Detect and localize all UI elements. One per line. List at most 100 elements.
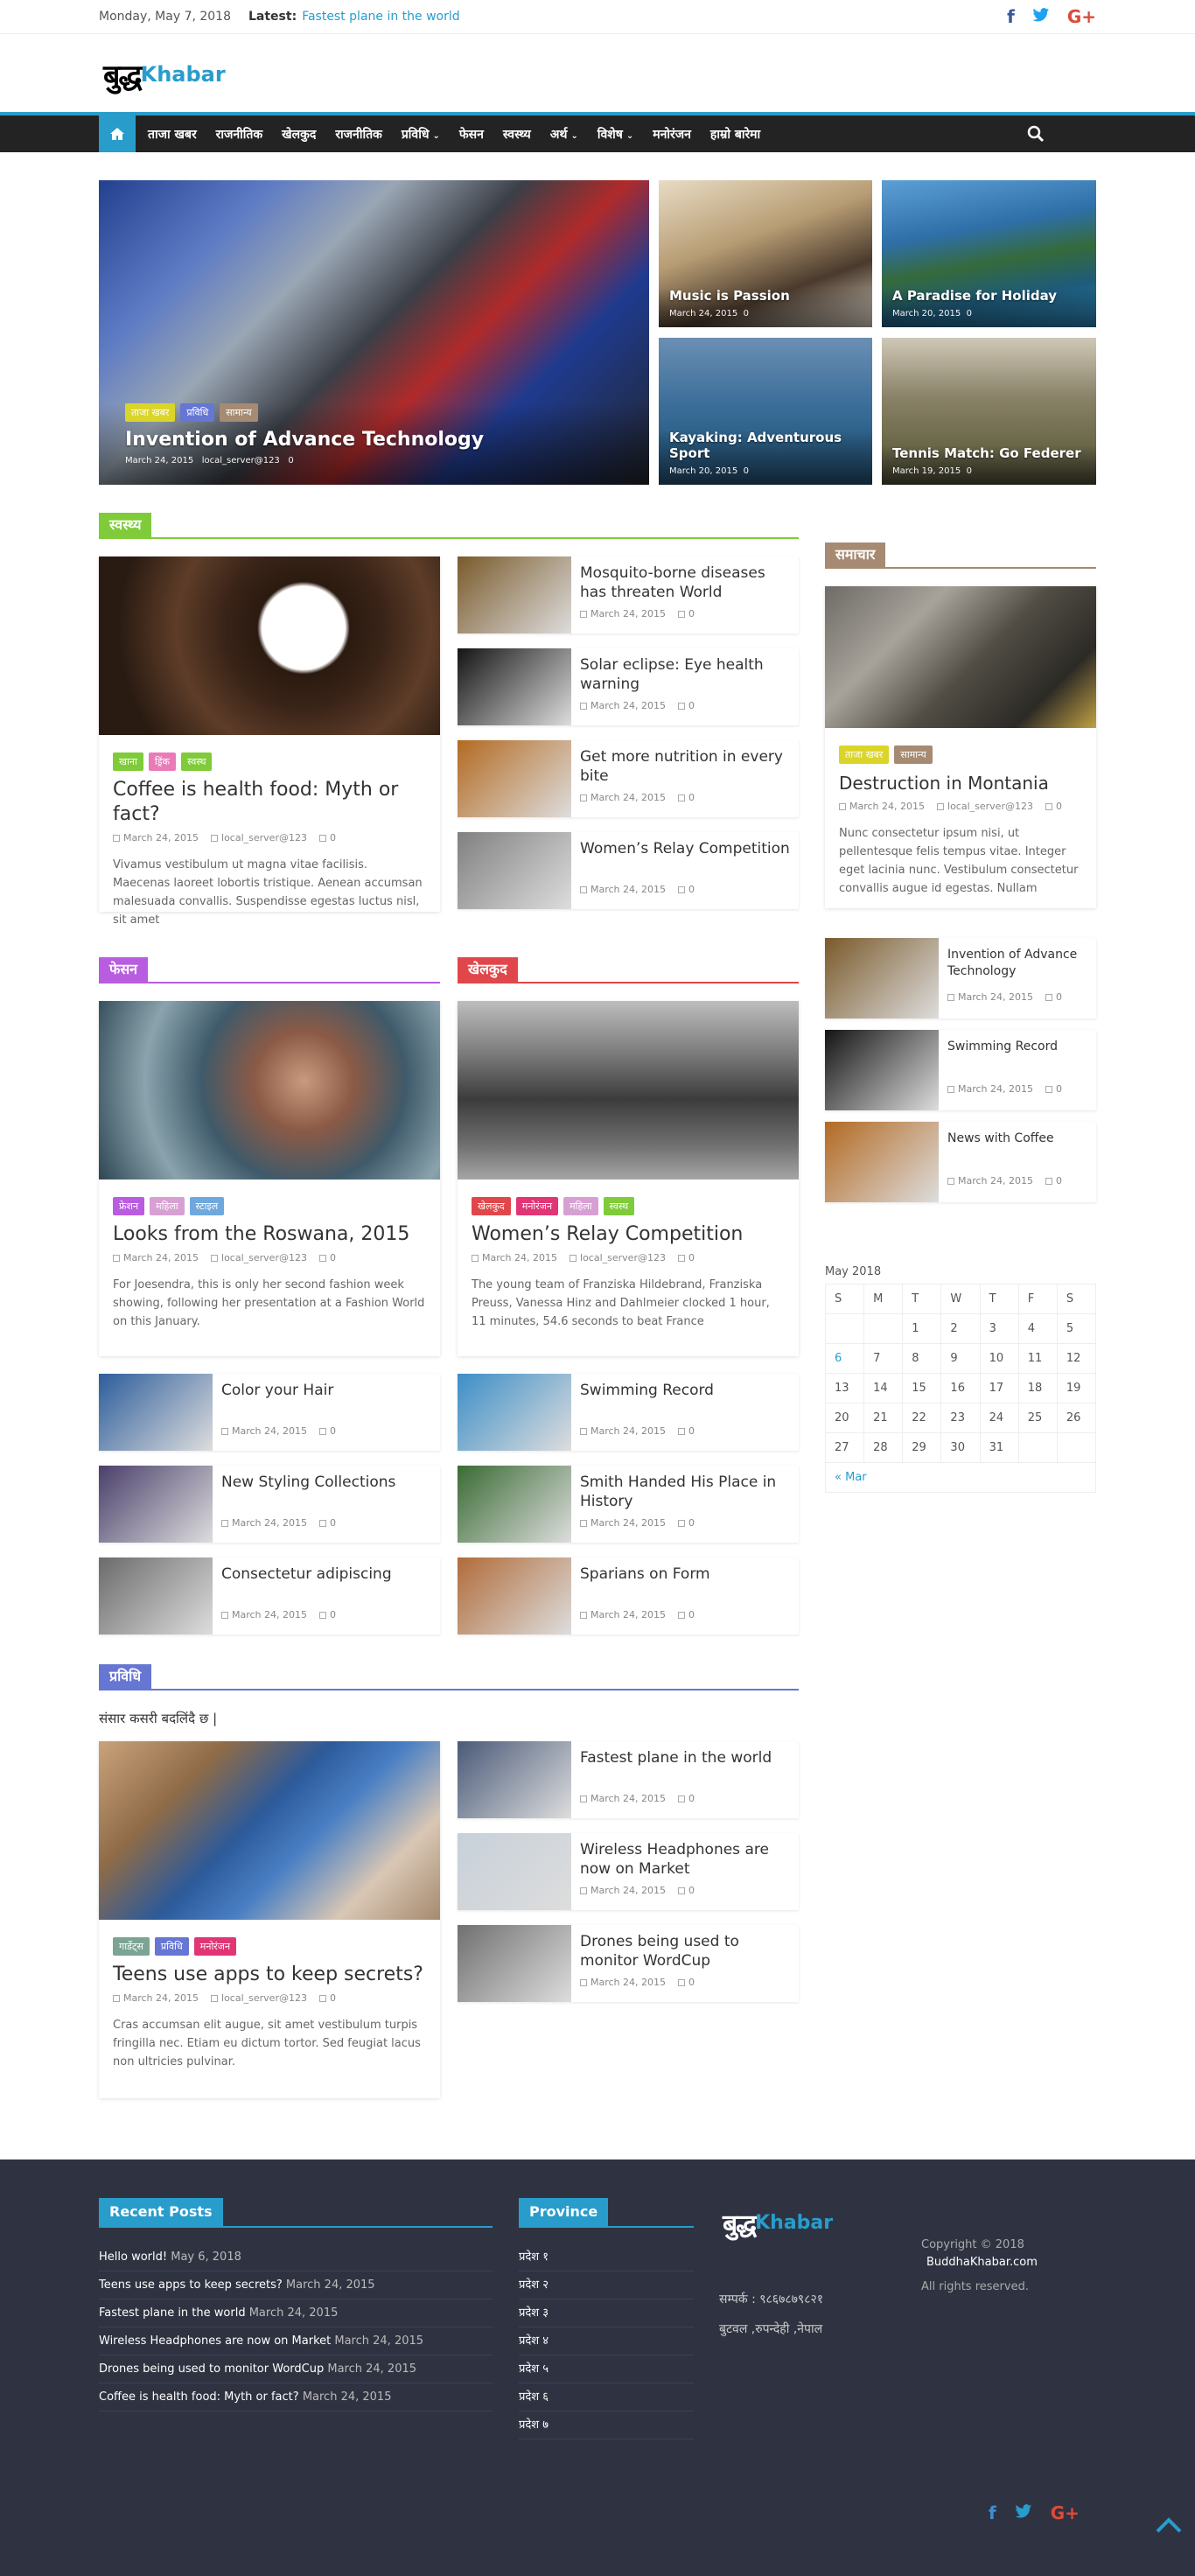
calendar-day[interactable]: 26 [1056,1403,1097,1433]
calendar-day[interactable]: 7 [863,1343,904,1374]
category-badge[interactable]: मनोरंजन [515,1197,559,1215]
facebook-icon[interactable]: f [1007,6,1015,27]
list-title[interactable]: New Styling Collections [221,1473,431,1492]
calendar-day[interactable]: 2 [940,1313,981,1344]
calendar-day[interactable]: 8 [902,1343,942,1374]
calendar-day[interactable]: 15 [902,1373,942,1404]
category-badge[interactable]: स्वस्थ [603,1197,635,1215]
hero-tile-2[interactable]: A Paradise for Holiday March 20, 2015 0 [882,180,1096,327]
category-badge[interactable]: महिला [563,1197,598,1215]
list-item[interactable]: Wireless Headphones are now on Market Ma… [458,1833,799,1910]
nav-item[interactable]: खेलकुद [282,126,316,143]
list-title[interactable]: Fastest plane in the world [580,1748,790,1768]
list-item[interactable]: Women’s Relay Competition March 24, 2015… [458,832,799,909]
list-item[interactable]: News with Coffee March 24, 2015 0 [825,1122,1096,1202]
feature-card-sports[interactable]: खेलकुद मनोरंजन महिला स्वस्थ Women’s Relay C… [458,1001,799,1356]
list-title[interactable]: Solar eclipse: Eye health warning [580,655,790,694]
province-item[interactable]: प्रदेश २ [519,2272,694,2300]
list-title[interactable]: Women’s Relay Competition [580,839,790,858]
hero-main[interactable]: ताजा खबर प्रविधि सामान्य Invention of Adva… [99,180,649,485]
calendar-day[interactable]: 6 [824,1343,865,1374]
province-item[interactable]: प्रदेश ४ [519,2328,694,2356]
footer-site-link[interactable]: BuddhaKhabar.com [921,2254,1038,2272]
category-badge[interactable]: प्रविधि [154,1937,189,1956]
calendar-day[interactable]: 19 [1056,1373,1097,1404]
calendar-day[interactable]: 10 [979,1343,1019,1374]
category-badge[interactable]: ड्रिंक [148,752,176,771]
category-badge[interactable]: सामान्य [894,746,933,764]
list-item[interactable]: Color your Hair March 24, 2015 0 [99,1374,440,1451]
category-badge[interactable]: स्वस्थ [181,752,213,771]
sidebar-feature-card[interactable]: ताजा खबर सामान्य Destruction in Montania … [825,586,1096,908]
sidebar-feature-title[interactable]: Destruction in Montania [839,771,1084,795]
province-item[interactable]: प्रदेश ६ [519,2384,694,2412]
list-item[interactable]: Invention of Advance Technology March 24… [825,938,1096,1018]
list-title[interactable]: Sparians on Form [580,1564,790,1584]
calendar-day[interactable]: 9 [940,1343,981,1374]
category-badge[interactable]: खाना [113,752,143,771]
site-logo[interactable]: बुद्ध Khabar [103,54,226,94]
province-item[interactable]: प्रदेश ७ [519,2412,694,2440]
nav-item[interactable]: हाम्रो बारेमा [710,126,760,143]
list-title[interactable]: News with Coffee [947,1130,1089,1147]
calendar-day[interactable]: 25 [1017,1403,1058,1433]
calendar-day[interactable]: 20 [824,1403,865,1433]
category-badge[interactable]: ताजा खबर [839,746,890,764]
list-title[interactable]: Wireless Headphones are now on Market [580,1840,790,1879]
category-badge[interactable]: गार्डेट्स [113,1937,150,1956]
feature-title[interactable]: Coffee is health food: Myth or fact? [113,778,428,827]
feature-title[interactable]: Women’s Relay Competition [472,1222,786,1247]
nav-item[interactable]: अर्थ ⌄ [550,126,578,143]
recent-post-item[interactable]: Wireless Headphones are now on Market Ma… [99,2328,493,2356]
hero-tile-1[interactable]: Music is Passion March 24, 2015 0 [659,180,872,327]
google-plus-icon[interactable]: G+ [1067,6,1096,27]
feature-card-fashion[interactable]: फ्रेशन महिला स्टाइल Looks from the Roswana… [99,1001,440,1356]
list-item[interactable]: Smith Handed His Place in History March … [458,1466,799,1543]
province-item[interactable]: प्रदेश ३ [519,2300,694,2328]
category-badge[interactable]: महिला [150,1197,185,1215]
calendar-day[interactable]: 16 [940,1373,981,1404]
list-item[interactable]: New Styling Collections March 24, 2015 0 [99,1466,440,1543]
search-icon[interactable] [1027,125,1045,143]
category-badge[interactable]: फ्रेशन [113,1197,145,1215]
nav-item[interactable]: विशेष ⌄ [598,126,633,143]
nav-item[interactable]: राजनीतिक [335,126,382,143]
category-badge[interactable]: सामान्य [220,403,258,422]
category-badge[interactable]: खेलकुद [472,1197,511,1215]
calendar-day[interactable]: 13 [824,1373,865,1404]
list-title[interactable]: Get more nutrition in every bite [580,747,790,786]
nav-item[interactable]: ताजा खबर [148,126,197,143]
feature-title[interactable]: Looks from the Roswana, 2015 [113,1222,428,1247]
list-item[interactable]: Sparians on Form March 24, 2015 0 [458,1558,799,1634]
list-item[interactable]: Mosquito-borne diseases has threaten Wor… [458,556,799,634]
calendar-day[interactable]: 29 [902,1432,942,1463]
list-title[interactable]: Swimming Record [580,1381,790,1400]
list-title[interactable]: Drones being used to monitor WordCup [580,1932,790,1970]
calendar-day[interactable]: 12 [1056,1343,1097,1374]
recent-post-item[interactable]: Teens use apps to keep secrets? March 24… [99,2272,493,2300]
calendar-day[interactable]: 27 [824,1432,865,1463]
calendar-day[interactable]: 28 [863,1432,904,1463]
twitter-icon[interactable] [1014,2502,1033,2524]
list-item[interactable]: Drones being used to monitor WordCup Mar… [458,1925,799,2002]
twitter-icon[interactable] [1032,6,1050,27]
home-icon[interactable] [99,116,136,152]
list-title[interactable]: Color your Hair [221,1381,431,1400]
recent-post-item[interactable]: Drones being used to monitor WordCup Mar… [99,2356,493,2384]
list-item[interactable]: Solar eclipse: Eye health warning March … [458,648,799,725]
calendar-day[interactable]: 23 [940,1403,981,1433]
calendar-day[interactable]: 22 [902,1403,942,1433]
hero-tile-3[interactable]: Kayaking: Adventurous Sport March 20, 201… [659,338,872,485]
category-badge[interactable]: प्रविधि [180,403,215,422]
list-item[interactable]: Swimming Record March 24, 2015 0 [825,1030,1096,1110]
list-title[interactable]: Smith Handed His Place in History [580,1473,790,1511]
recent-post-item[interactable]: Coffee is health food: Myth or fact? Mar… [99,2384,493,2412]
back-to-top-icon[interactable] [1155,2515,1183,2534]
list-item[interactable]: Get more nutrition in every bite March 2… [458,740,799,817]
list-item[interactable]: Fastest plane in the world March 24, 201… [458,1741,799,1818]
calendar-day[interactable]: 31 [979,1432,1019,1463]
category-badge[interactable]: ताजा खबर [125,403,176,422]
recent-post-item[interactable]: Hello world! May 6, 2018 [99,2244,493,2272]
calendar-day[interactable]: 18 [1017,1373,1058,1404]
google-plus-icon[interactable]: G+ [1051,2502,1080,2524]
